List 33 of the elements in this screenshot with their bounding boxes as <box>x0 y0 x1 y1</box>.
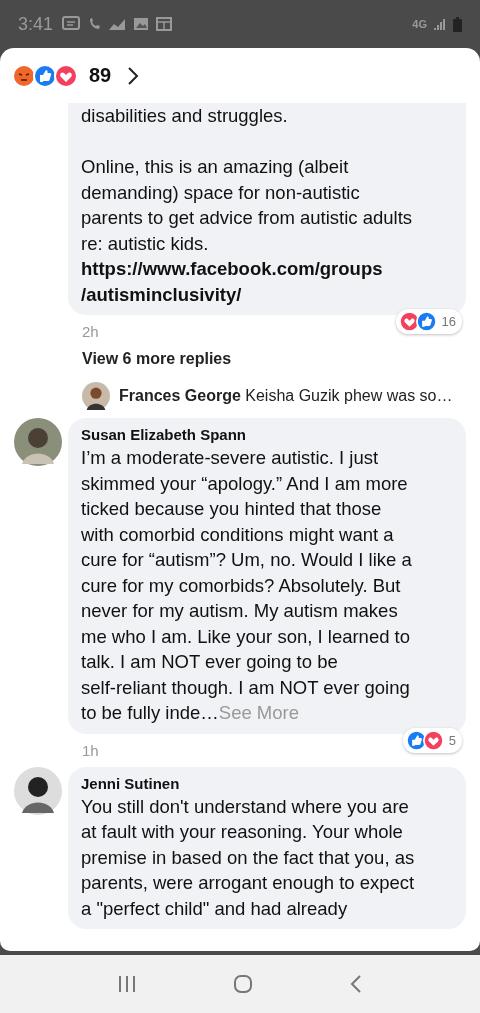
comment-text: You still don't understand where you are at fault with your reasoning. Your whole premise in based on the fact that you, as parents, were arrogant enough to expect a "perfect child" and had already <box>81 794 416 921</box>
back-icon[interactable] <box>349 974 362 994</box>
reaction-count: 5 <box>448 732 456 748</box>
battery-icon <box>453 16 462 32</box>
reply-preview[interactable]: Frances George Keisha Guzik phew was so… <box>119 387 453 405</box>
chevron-right-icon[interactable] <box>127 65 140 86</box>
window-icon <box>156 17 173 31</box>
message-icon <box>62 16 81 32</box>
reaction-count: 16 <box>441 314 456 329</box>
thumbs-up-icon <box>33 63 57 88</box>
thumbs-up-icon <box>415 311 437 332</box>
reaction-count[interactable]: 89 <box>89 64 112 87</box>
home-icon[interactable] <box>233 974 253 994</box>
reaction-badge[interactable]: 5 <box>402 727 462 753</box>
view-more-replies-link[interactable]: View 6 more replies <box>82 350 466 368</box>
image-icon <box>133 17 150 31</box>
signal-icon <box>434 17 446 31</box>
group-link[interactable]: https://www.facebook.com/groups /autisminclusivity/ <box>81 256 453 307</box>
reaction-icons[interactable] <box>12 63 75 88</box>
phone-icon <box>87 16 102 32</box>
commenter-name[interactable]: Jenni Sutinen <box>81 774 453 792</box>
comment-text: I’m a moderate-severe autistic. I just skimmed your “apology.” And I am more ticked because you hinted that those with comorbid conditions might want a cure for “autism”? Um, no. Would I like a cure for my comorbids? Absolutely. But never for my autism. My autism makes me who I am. Like your son, I learned to talk. I am NOT ever going to be self-reliant though. I am NOT ever going to be fully inde…See More <box>81 446 413 725</box>
angry-face-icon <box>12 63 36 88</box>
commenter-name[interactable]: Susan Elizabeth Spann <box>81 426 453 443</box>
comment-time: 1h <box>82 741 99 759</box>
thumbs-up-icon <box>405 729 427 751</box>
clock: 3:41 <box>18 13 54 35</box>
chart-icon <box>108 17 127 31</box>
comment-text: disabilities and struggles. Online, this is an amazing (albeit demanding) space for non-autistic parents to get advice from autistic adults re: autistic kids. <box>81 104 414 256</box>
reaction-badge[interactable]: 16 <box>395 309 462 334</box>
comment-time: 2h <box>82 323 99 340</box>
network-label: 4G <box>412 18 427 30</box>
recent-apps-icon[interactable] <box>118 975 137 993</box>
